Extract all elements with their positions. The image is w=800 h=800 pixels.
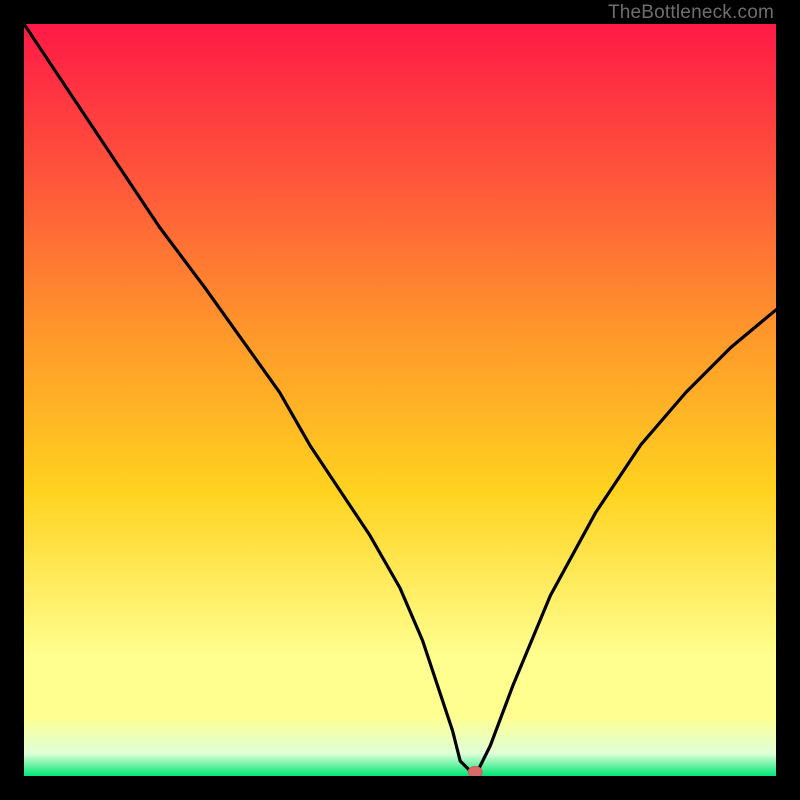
chart-svg [24, 24, 776, 776]
optimal-point-marker [468, 767, 482, 777]
plot-area [24, 24, 776, 776]
watermark-text: TheBottleneck.com [608, 2, 774, 24]
gradient-background [24, 24, 776, 776]
chart-frame: TheBottleneck.com [0, 0, 800, 800]
